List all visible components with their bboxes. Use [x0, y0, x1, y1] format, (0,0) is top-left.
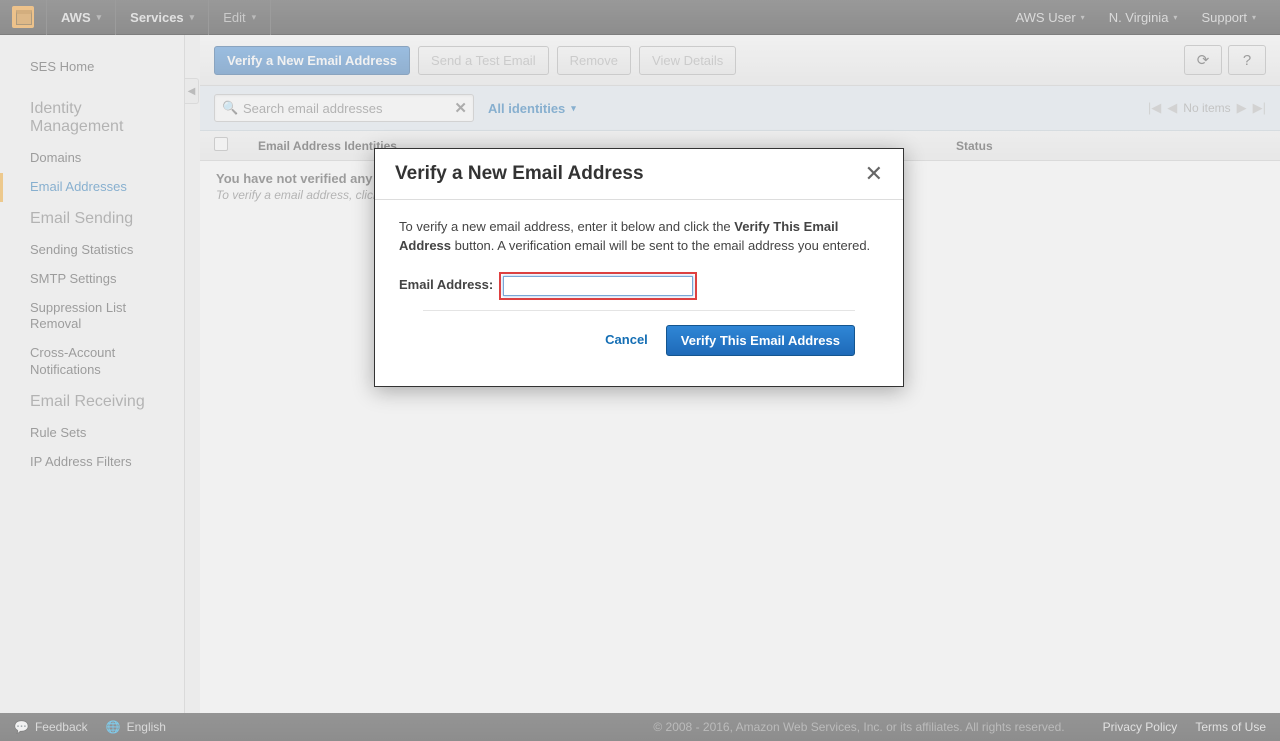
email-input[interactable]	[503, 276, 693, 296]
close-icon[interactable]: ✕	[865, 163, 883, 185]
modal-description: To verify a new email address, enter it …	[399, 218, 879, 256]
modal-title: Verify a New Email Address	[395, 163, 644, 185]
verify-this-email-button[interactable]: Verify This Email Address	[666, 325, 855, 356]
email-input-highlight	[499, 272, 697, 300]
verify-email-modal: Verify a New Email Address ✕ To verify a…	[374, 148, 904, 387]
email-label: Email Address:	[399, 276, 493, 295]
cancel-button[interactable]: Cancel	[605, 331, 648, 350]
